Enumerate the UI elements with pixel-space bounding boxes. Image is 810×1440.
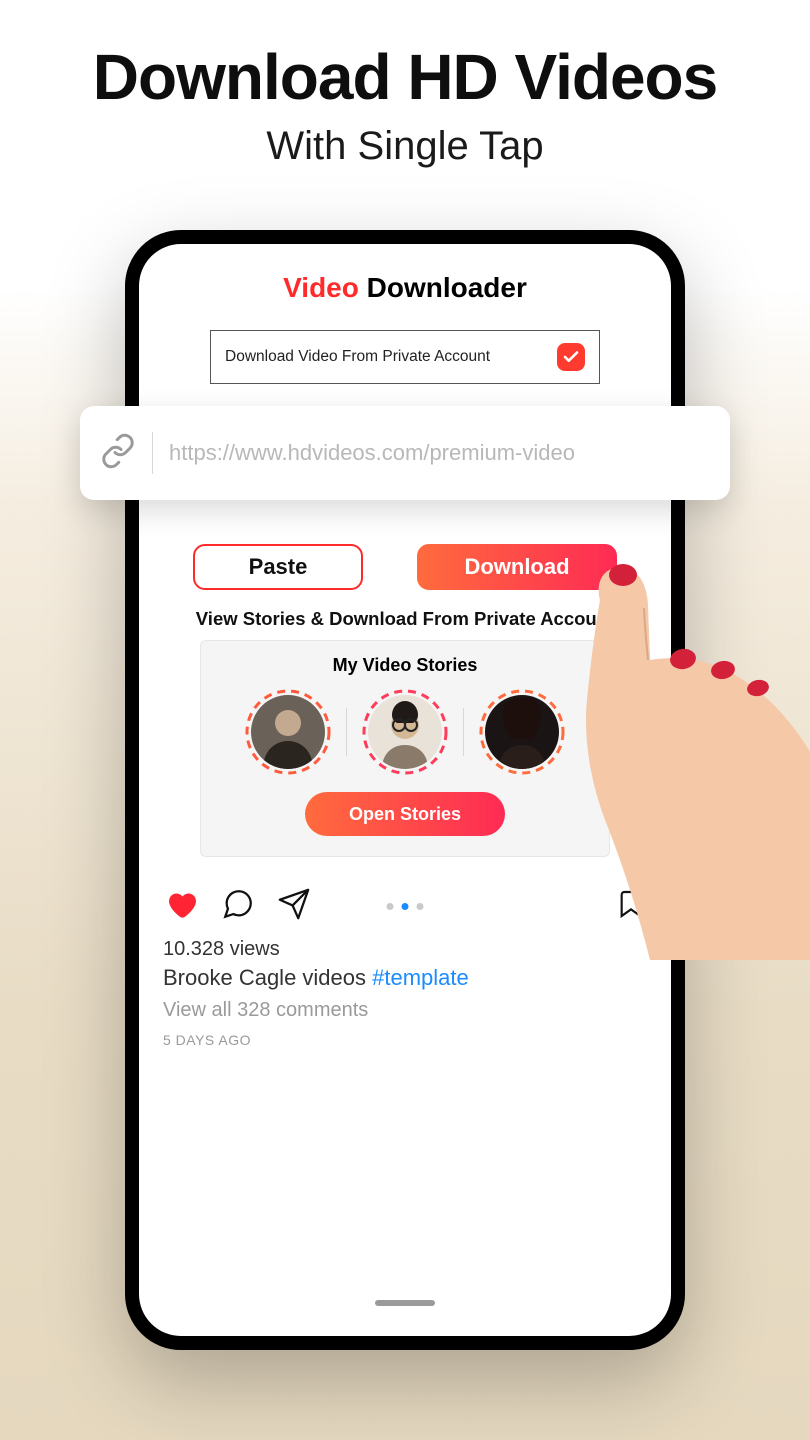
post-comments-link[interactable]: View all 328 comments (163, 999, 647, 1022)
post-caption: Brooke Cagle videos #template (163, 965, 647, 991)
input-divider (152, 432, 153, 474)
caption-text: Brooke Cagle videos (163, 965, 372, 990)
url-input[interactable]: https://www.hdvideos.com/premium-video (169, 440, 575, 466)
avatar-separator (346, 708, 347, 756)
avatar-separator (463, 708, 464, 756)
story-avatar-1[interactable] (244, 688, 332, 776)
carousel-dots (387, 903, 424, 910)
phone-mockup: Video Downloader Download Video From Pri… (125, 230, 685, 1350)
bookmark-icon[interactable] (615, 909, 647, 926)
open-stories-button[interactable]: Open Stories (305, 792, 505, 836)
hero-subtitle: With Single Tap (0, 124, 810, 169)
url-input-card[interactable]: https://www.hdvideos.com/premium-video (80, 406, 730, 500)
app-title-black: Downloader (359, 272, 527, 303)
download-button[interactable]: Download (417, 544, 617, 590)
caption-hashtag[interactable]: #template (372, 965, 469, 990)
link-icon (100, 433, 136, 474)
hero-title: Download HD Videos (0, 40, 810, 114)
post-views: 10.328 views (163, 938, 647, 961)
stories-section-label: View Stories & Download From Private Acc… (139, 608, 671, 630)
stories-card: My Video Stories (200, 640, 610, 857)
stories-title: My Video Stories (219, 655, 591, 676)
private-account-toggle-row[interactable]: Download Video From Private Account (210, 330, 600, 384)
paste-button[interactable]: Paste (193, 544, 363, 590)
heart-icon[interactable] (163, 886, 199, 927)
app-title-red: Video (283, 272, 359, 303)
app-title: Video Downloader (139, 272, 671, 304)
checkbox-checked-icon[interactable] (557, 343, 585, 371)
story-avatar-3[interactable] (478, 688, 566, 776)
private-account-label: Download Video From Private Account (225, 348, 490, 366)
story-avatar-2[interactable] (361, 688, 449, 776)
post-age: 5 DAYS AGO (163, 1032, 647, 1048)
comment-icon[interactable] (221, 887, 255, 926)
share-icon[interactable] (277, 887, 311, 926)
home-indicator[interactable] (375, 1300, 435, 1306)
